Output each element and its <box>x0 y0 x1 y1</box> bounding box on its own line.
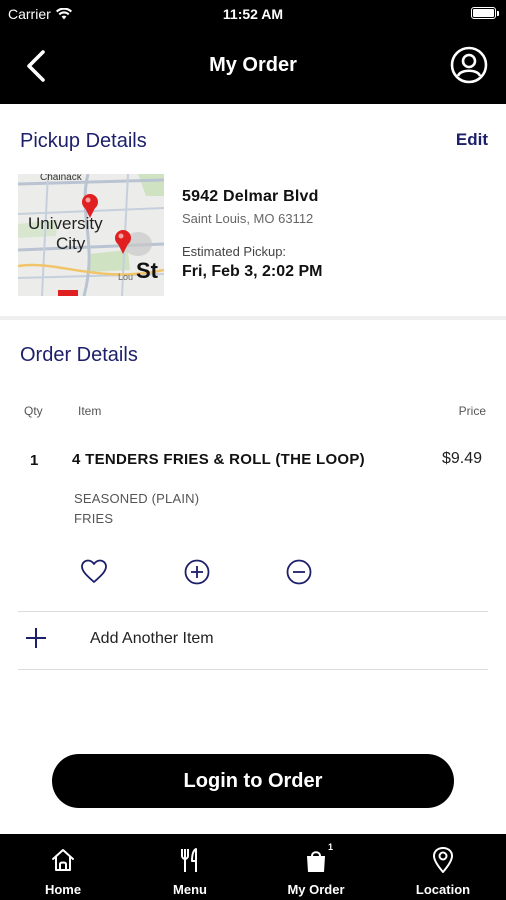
column-header-price: Price <box>458 404 486 418</box>
item-qty: 1 <box>30 452 39 469</box>
pickup-street: 5942 Delmar Blvd <box>182 188 319 205</box>
item-modifier: SEASONED (PLAIN) <box>74 491 200 506</box>
order-details-title: Order Details <box>20 344 138 366</box>
increase-quantity-button[interactable] <box>183 558 211 586</box>
add-another-item-label: Add Another Item <box>90 630 214 647</box>
user-circle-icon <box>450 46 488 84</box>
favorite-button[interactable] <box>80 558 108 586</box>
tab-location[interactable]: Location <box>380 834 506 900</box>
map-label-city: City <box>56 234 86 253</box>
decrease-quantity-button[interactable] <box>285 558 313 586</box>
column-header-item: Item <box>78 404 102 418</box>
item-price: $9.49 <box>441 450 482 467</box>
status-bar: Carrier 11:52 AM <box>0 0 506 28</box>
home-icon <box>52 849 74 871</box>
plus-circle-icon <box>184 559 210 585</box>
edit-pickup-link[interactable]: Edit <box>456 130 488 150</box>
tab-menu[interactable]: Menu <box>127 834 253 900</box>
map-label-university: University <box>28 214 103 233</box>
utensils-icon <box>181 848 197 872</box>
plus-icon <box>26 628 46 648</box>
page-title: My Order <box>209 54 297 76</box>
profile-button[interactable] <box>450 46 488 84</box>
pickup-details-title: Pickup Details <box>20 130 147 152</box>
add-another-item-button[interactable]: Add Another Item <box>18 612 488 668</box>
pickup-address-block: 5942 Delmar Blvd Saint Louis, MO 63112 E… <box>182 188 322 281</box>
location-pin-icon <box>433 847 453 873</box>
map-label-st: St <box>136 258 158 283</box>
pickup-map[interactable]: Chainack University City St Lou <box>18 174 164 296</box>
heart-icon <box>81 559 107 583</box>
map-label-lou: Lou <box>118 272 134 282</box>
order-details-section: Order Details Qty Item Price 1 4 TENDERS… <box>0 320 506 740</box>
estimated-pickup-value: Fri, Feb 3, 2:02 PM <box>182 263 323 280</box>
pickup-details-section: Pickup Details Edit Chainack University … <box>0 104 506 318</box>
column-header-qty: Qty <box>24 404 43 418</box>
estimated-pickup-label: Estimated Pickup: <box>182 244 287 259</box>
order-count-badge: 1 <box>328 842 334 852</box>
status-time: 11:52 AM <box>222 6 284 22</box>
item-name: 4 TENDERS FRIES & ROLL (THE LOOP) <box>72 451 365 468</box>
item-modifier: FRIES <box>74 511 114 526</box>
top-bar: Carrier 11:52 AM My Order <box>0 0 506 104</box>
tab-home-label: Home <box>44 882 82 897</box>
tab-home[interactable]: Home <box>0 834 126 900</box>
tab-bar: Home Menu 1 My Order Location <box>0 834 506 900</box>
map-label-chainack: Chainack <box>40 174 82 183</box>
bag-icon <box>307 851 325 872</box>
battery-icon <box>471 7 499 19</box>
tab-my-order-label: My Order <box>287 882 345 897</box>
tab-my-order[interactable]: 1 My Order <box>253 834 379 900</box>
tab-location-label: Location <box>415 882 471 897</box>
row-divider <box>18 669 488 670</box>
pickup-city: Saint Louis, MO 63112 <box>182 211 314 226</box>
minus-circle-icon <box>286 559 312 585</box>
login-to-order-button[interactable]: Login to Order <box>52 754 454 808</box>
tab-menu-label: Menu <box>173 882 207 897</box>
